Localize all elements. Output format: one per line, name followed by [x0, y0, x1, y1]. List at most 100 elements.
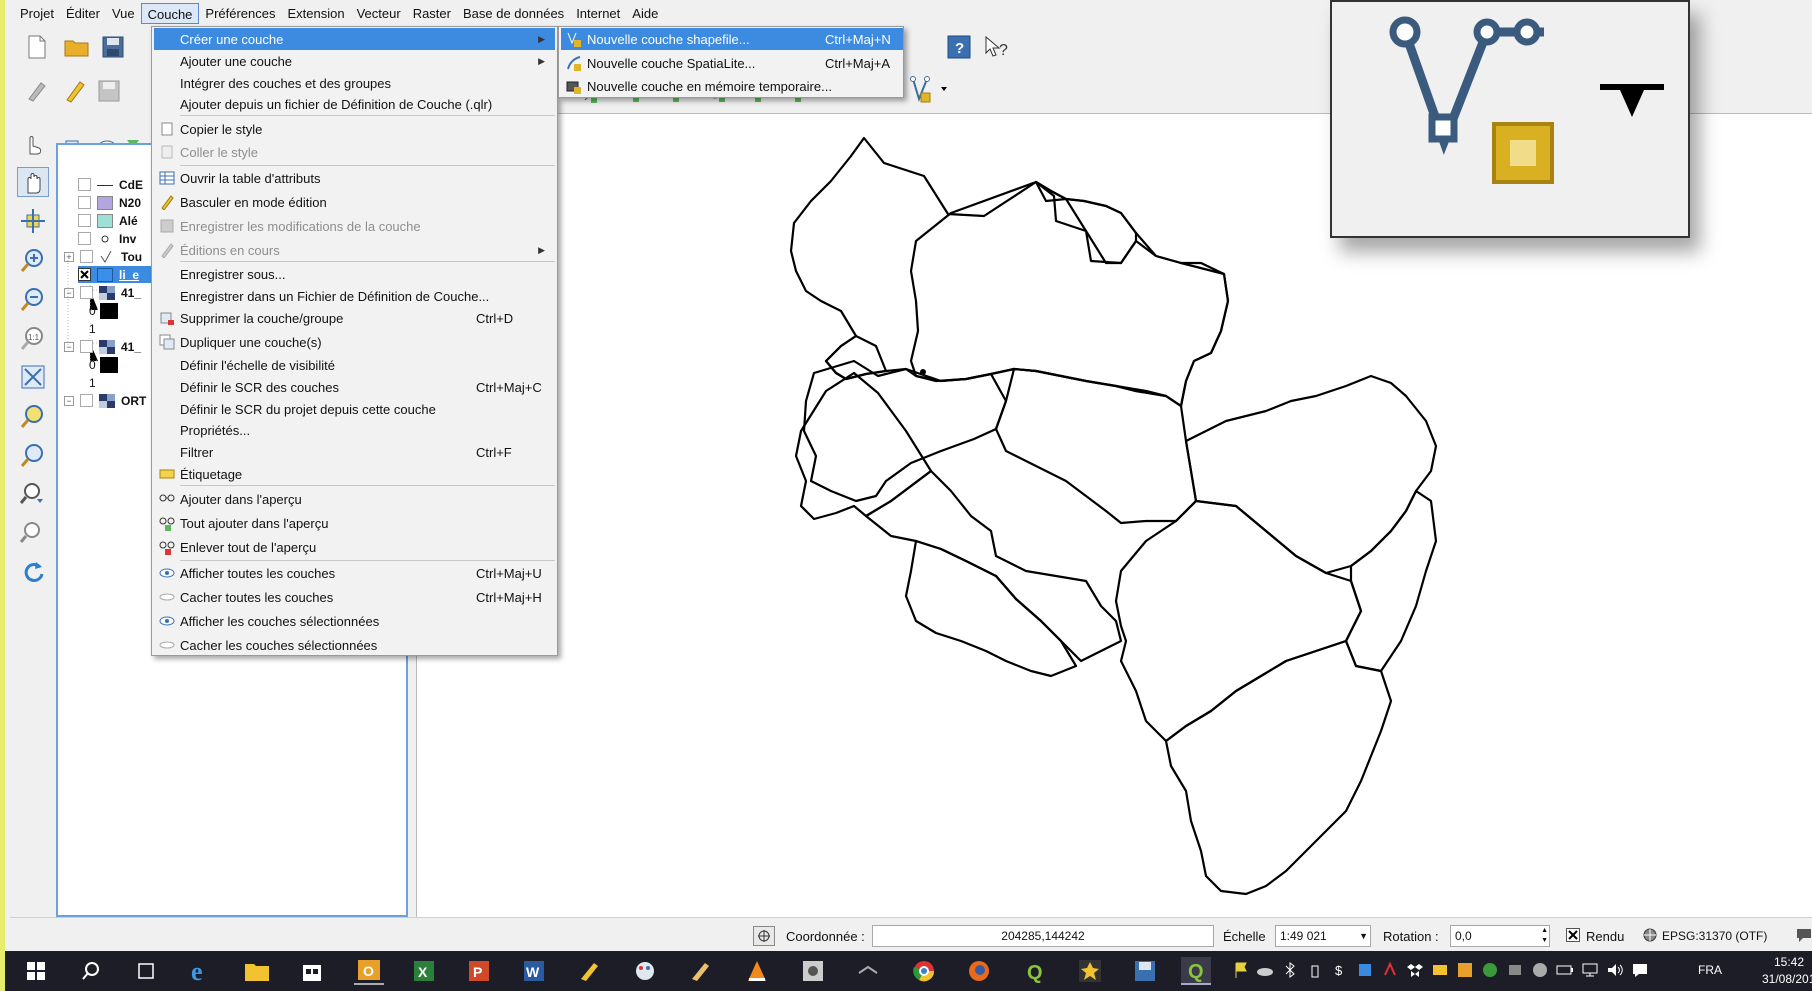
layer-row[interactable]: Alé: [78, 212, 138, 229]
menu-item-enregistrer-qlr[interactable]: Enregistrer dans un Fichier de Définitio…: [154, 285, 555, 307]
layer-row[interactable]: − ORT: [64, 392, 146, 409]
word-icon[interactable]: W: [519, 957, 549, 985]
help-icon[interactable]: ?: [945, 33, 973, 61]
image-viewer-icon[interactable]: [798, 957, 828, 985]
excel-icon[interactable]: X: [409, 957, 439, 985]
collapse-icon[interactable]: −: [64, 287, 74, 298]
scale-combobox[interactable]: 1:49 021 ▼: [1275, 925, 1371, 947]
layer-label[interactable]: Inv: [119, 232, 136, 246]
dollar-icon[interactable]: $: [1330, 960, 1350, 980]
menu-item-label[interactable]: Ajouter dans l'aperçu: [180, 492, 302, 507]
new-layer-dropdown-icon[interactable]: [907, 75, 951, 107]
outlook-icon[interactable]: O: [354, 957, 384, 985]
layer-label[interactable]: 41_: [121, 286, 141, 300]
menu-item-editions-en-cours[interactable]: Éditions en cours ▶: [154, 239, 555, 261]
menu-vecteur[interactable]: Vecteur: [351, 3, 407, 24]
menu-item-nouvelle-memoire[interactable]: Nouvelle couche en mémoire temporaire...: [561, 75, 903, 97]
zoom-in-icon[interactable]: [17, 245, 49, 275]
crs-label[interactable]: EPSG:31370 (OTF): [1662, 929, 1767, 943]
action-center-icon[interactable]: [1630, 960, 1650, 980]
menu-item-label[interactable]: Créer une couche: [180, 32, 283, 47]
language-indicator[interactable]: FRA: [1698, 963, 1722, 977]
menu-item-table-attributs[interactable]: Ouvrir la table d'attributs: [154, 167, 555, 189]
menu-item-filtrer[interactable]: Filtrer Ctrl+F: [154, 441, 555, 463]
vlc-icon[interactable]: [742, 957, 772, 985]
menu-item-label[interactable]: Définir le SCR des couches: [180, 380, 339, 395]
security-icon[interactable]: [1355, 960, 1375, 980]
zoom-last-icon[interactable]: [17, 479, 49, 509]
menu-item-label[interactable]: Intégrer des couches et des groupes: [180, 76, 391, 91]
tray-flag-icon[interactable]: [1231, 960, 1251, 980]
messages-icon[interactable]: [1795, 927, 1812, 943]
menu-extension[interactable]: Extension: [282, 3, 351, 24]
menu-item-label[interactable]: Cacher les couches sélectionnées: [180, 638, 377, 653]
dig-tool-icon[interactable]: [853, 957, 883, 985]
menu-item-label[interactable]: Nouvelle couche shapefile...: [587, 32, 750, 47]
menu-item-label[interactable]: Dupliquer une couche(s): [180, 335, 322, 350]
current-edits-icon[interactable]: [23, 77, 51, 105]
menu-base-de-donnees[interactable]: Base de données: [457, 3, 570, 24]
menu-item-label[interactable]: Filtrer: [180, 445, 213, 460]
menu-item-cacher-selection[interactable]: Cacher les couches sélectionnées: [154, 634, 555, 656]
volume-icon[interactable]: [1605, 960, 1625, 980]
edit-tool-icon[interactable]: [575, 957, 605, 985]
save-app-icon[interactable]: [1130, 957, 1160, 985]
usb-icon[interactable]: [1305, 960, 1325, 980]
task-view-icon[interactable]: [131, 957, 161, 985]
network-share-icon[interactable]: [1505, 960, 1525, 980]
star-app-icon[interactable]: [1075, 957, 1105, 985]
touch-pan-icon[interactable]: [17, 128, 49, 158]
pan-to-selection-icon[interactable]: [17, 206, 49, 236]
menu-item-label[interactable]: Enregistrer sous...: [180, 267, 286, 282]
office-tray-icon[interactable]: [1455, 960, 1475, 980]
layer-row[interactable]: N20: [78, 194, 141, 211]
menu-item-label[interactable]: Définir l'échelle de visibilité: [180, 358, 335, 373]
layer-row[interactable]: − 41_: [64, 338, 141, 355]
menu-item-tout-ajouter-apercu[interactable]: Tout ajouter dans l'aperçu: [154, 512, 555, 534]
network-icon[interactable]: [1580, 960, 1600, 980]
menu-item-ajouter-une-couche[interactable]: Ajouter une couche ▶: [154, 50, 555, 72]
layer-visibility-checkbox[interactable]: [78, 178, 91, 191]
layer-visibility-checkbox-checked[interactable]: [78, 268, 91, 281]
zoom-next-icon[interactable]: [17, 518, 49, 548]
bluetooth-icon[interactable]: [1280, 960, 1300, 980]
shield-icon[interactable]: [1530, 960, 1550, 980]
menu-item-label[interactable]: Éditions en cours: [180, 243, 280, 258]
menu-item-ajouter-apercu[interactable]: Ajouter dans l'aperçu: [154, 488, 555, 510]
zoom-to-selection-icon[interactable]: [17, 401, 49, 431]
layer-label[interactable]: Alé: [119, 214, 138, 228]
menu-item-label[interactable]: Basculer en mode édition: [180, 195, 327, 210]
menu-item-etiquetage[interactable]: Étiquetage: [154, 463, 555, 485]
layer-visibility-checkbox[interactable]: [78, 214, 91, 227]
zoom-full-icon[interactable]: [17, 362, 49, 392]
menu-item-afficher-selection[interactable]: Afficher les couches sélectionnées: [154, 610, 555, 632]
zoom-out-icon[interactable]: [17, 284, 49, 314]
menu-item-enregistrer-modifs[interactable]: Enregistrer les modifications de la couc…: [154, 215, 555, 237]
layer-visibility-checkbox[interactable]: [80, 250, 93, 263]
crs-icon[interactable]: [1642, 927, 1658, 943]
menu-item-label[interactable]: Afficher toutes les couches: [180, 566, 335, 581]
menu-item-ajouter-qlr[interactable]: Ajouter depuis un fichier de Définition …: [154, 93, 555, 115]
save-project-icon[interactable]: [99, 33, 127, 61]
onedrive-icon[interactable]: [1255, 960, 1275, 980]
menu-item-copier-style[interactable]: Copier le style: [154, 118, 555, 140]
layer-row[interactable]: + Tou: [64, 248, 142, 265]
menu-item-label[interactable]: Supprimer la couche/groupe: [180, 311, 343, 326]
layer-visibility-checkbox[interactable]: [78, 232, 91, 245]
menu-item-label[interactable]: Ajouter depuis un fichier de Définition …: [180, 97, 492, 112]
menu-item-echelle-visibilite[interactable]: Définir l'échelle de visibilité: [154, 354, 555, 376]
menu-item-label[interactable]: Enregistrer les modifications de la couc…: [180, 219, 421, 234]
layer-row[interactable]: Inv: [78, 230, 136, 247]
coordinate-toggle-icon[interactable]: [753, 926, 775, 946]
menu-item-label[interactable]: Tout ajouter dans l'aperçu: [180, 516, 328, 531]
menu-item-label[interactable]: Copier le style: [180, 122, 262, 137]
clock-time[interactable]: 15:42: [1774, 955, 1804, 969]
edge-icon[interactable]: e: [187, 957, 217, 985]
layer-visibility-checkbox[interactable]: [80, 394, 93, 407]
dropbox-icon[interactable]: [1405, 960, 1425, 980]
paint-icon[interactable]: [630, 957, 660, 985]
menu-item-cacher-toutes[interactable]: Cacher toutes les couches Ctrl+Maj+H: [154, 586, 555, 608]
menu-item-afficher-toutes[interactable]: Afficher toutes les couches Ctrl+Maj+U: [154, 562, 555, 584]
menu-item-label[interactable]: Propriétés...: [180, 423, 250, 438]
menu-item-enlever-apercu[interactable]: Enlever tout de l'aperçu: [154, 536, 555, 558]
